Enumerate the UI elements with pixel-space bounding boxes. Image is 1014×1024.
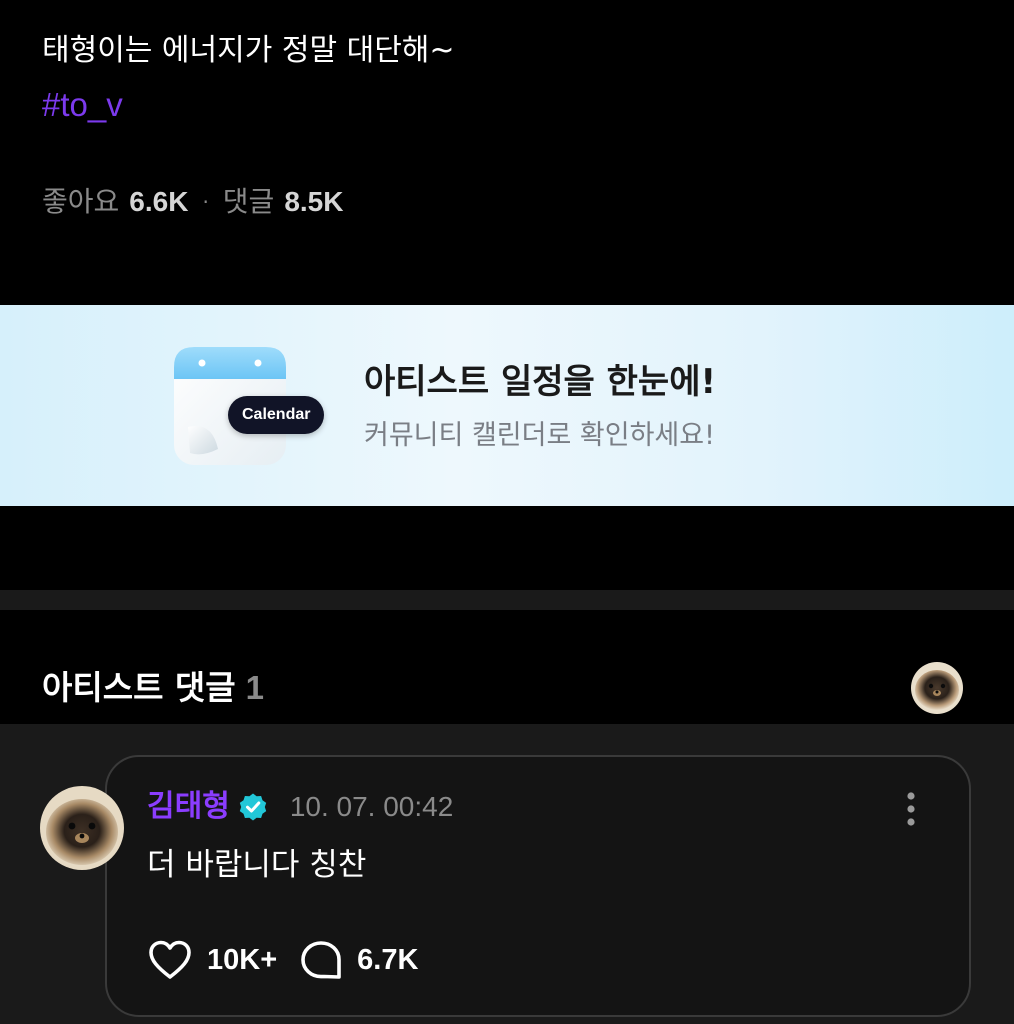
more-vertical-icon[interactable] (899, 789, 923, 829)
reply-count: 6.7K (357, 943, 419, 976)
avatar[interactable] (40, 786, 124, 870)
calendar-badge: Calendar (228, 396, 325, 434)
comments-label: 댓글 (222, 185, 275, 218)
banner-title: 아티스트 일정을 한눈에! (364, 362, 716, 402)
comment-text: 더 바랍니다 칭찬 (147, 847, 367, 883)
post-stats: 좋아요 6.6K · 댓글 8.5K (42, 182, 343, 222)
heart-icon (149, 940, 191, 979)
avatar[interactable] (911, 662, 963, 714)
like-count: 10K+ (207, 943, 278, 976)
likes-label: 좋아요 (42, 185, 120, 218)
hashtag-link[interactable]: #to_v (42, 84, 123, 126)
comment-timestamp: 10. 07. 00:42 (289, 791, 454, 822)
artist-comments-title: 아티스트 댓글 1 (42, 666, 264, 710)
stats-separator: · (202, 190, 209, 214)
post-text: 태형이는 에너지가 정말 대단해~ (42, 33, 455, 68)
speech-bubble-icon (301, 941, 341, 979)
like-button[interactable]: 10K+ (147, 939, 277, 981)
comment-actions: 10K+ 6.7K (147, 939, 418, 981)
comment-author[interactable]: 김태형 (147, 787, 230, 827)
banner-subtitle: 커뮤니티 캘린더로 확인하세요! (364, 420, 715, 451)
artist-comments-count: 1 (245, 669, 265, 706)
artist-comments-header: 아티스트 댓글 1 (0, 610, 1014, 724)
comments-count: 8.5K (284, 186, 344, 217)
calendar-banner[interactable]: Calendar 아티스트 일정을 한눈에! 커뮤니티 캘린더로 확인하세요! (0, 305, 1014, 506)
section-divider (0, 590, 1014, 610)
comment-author-row: 김태형 10. 07. 00:42 (147, 787, 453, 827)
reply-button[interactable]: 6.7K (299, 939, 418, 981)
artist-comment-area: 김태형 10. 07. 00:42 더 바랍니다 칭찬 10K+ 6.7K (0, 724, 1014, 1024)
artist-comments-label: 아티스트 댓글 (42, 668, 236, 707)
comment-card: 김태형 10. 07. 00:42 더 바랍니다 칭찬 10K+ 6.7K (105, 755, 971, 1017)
verified-badge-icon (239, 793, 267, 821)
likes-count: 6.6K (129, 186, 189, 217)
post-section: 태형이는 에너지가 정말 대단해~ #to_v 좋아요 6.6K · 댓글 8.… (0, 0, 1014, 305)
